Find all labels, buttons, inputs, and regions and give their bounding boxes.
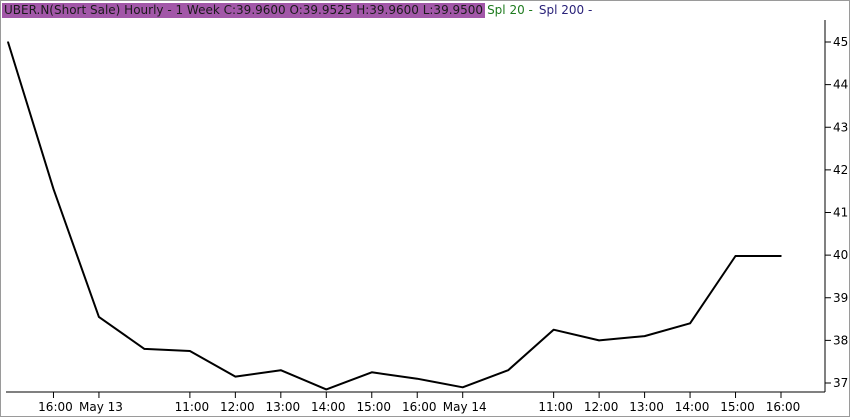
chart-border	[0, 0, 850, 417]
price-point	[52, 188, 55, 190]
y-tick-label: 38	[833, 333, 848, 347]
x-tick-label: 16:00	[38, 400, 73, 414]
price-point	[370, 371, 373, 374]
y-axis: 37 38 39 40 41 42 43 44 45	[825, 35, 848, 390]
y-tick-label: 45	[833, 35, 848, 49]
price-point	[98, 316, 100, 318]
x-tick-label: 15:00	[356, 400, 391, 414]
price-point	[7, 41, 9, 43]
x-tick-label: 14:00	[675, 400, 710, 414]
y-tick-label: 43	[833, 120, 848, 134]
y-tick-label: 42	[833, 163, 848, 177]
x-tick-label: 13:00	[266, 400, 301, 414]
x-tick-label: 12:00	[584, 400, 619, 414]
price-series-line	[7, 41, 781, 391]
y-tick-label: 37	[833, 376, 848, 390]
x-axis: 16:00 May 13 11:00 12:00 13:00 14:00 15:00 16:0…	[38, 392, 800, 414]
price-point	[780, 255, 782, 257]
x-tick-label: 11:00	[175, 400, 210, 414]
price-point	[643, 335, 646, 337]
x-tick-label: 16:00	[402, 400, 437, 414]
price-point	[234, 375, 237, 378]
price-point	[280, 369, 282, 372]
price-chart: 37 38 39 40 41 42 43 44 45 16:00 May 13 11:00 12:00…	[0, 0, 850, 417]
y-tick-label: 39	[833, 291, 848, 305]
x-tick-label: 15:00	[720, 400, 755, 414]
price-point	[734, 255, 737, 257]
y-tick-label: 44	[833, 78, 848, 92]
price-point	[189, 350, 191, 352]
x-tick-label: 11:00	[538, 400, 573, 414]
x-tick-label: May 13	[79, 400, 123, 414]
price-point	[598, 339, 600, 342]
price-point	[143, 348, 146, 350]
y-tick-label: 40	[833, 248, 848, 262]
price-point	[507, 369, 509, 372]
y-tick-label: 41	[833, 206, 848, 220]
price-point	[689, 322, 691, 325]
x-tick-label: 16:00	[766, 400, 801, 414]
price-point	[325, 388, 328, 391]
price-point	[461, 386, 464, 389]
price-point	[416, 377, 419, 380]
x-tick-label: 12:00	[220, 400, 255, 414]
series-layer	[7, 41, 782, 391]
x-tick-label: 13:00	[629, 400, 664, 414]
x-tick-label: May 14	[443, 400, 487, 414]
price-point	[552, 328, 555, 331]
x-tick-label: 14:00	[311, 400, 346, 414]
